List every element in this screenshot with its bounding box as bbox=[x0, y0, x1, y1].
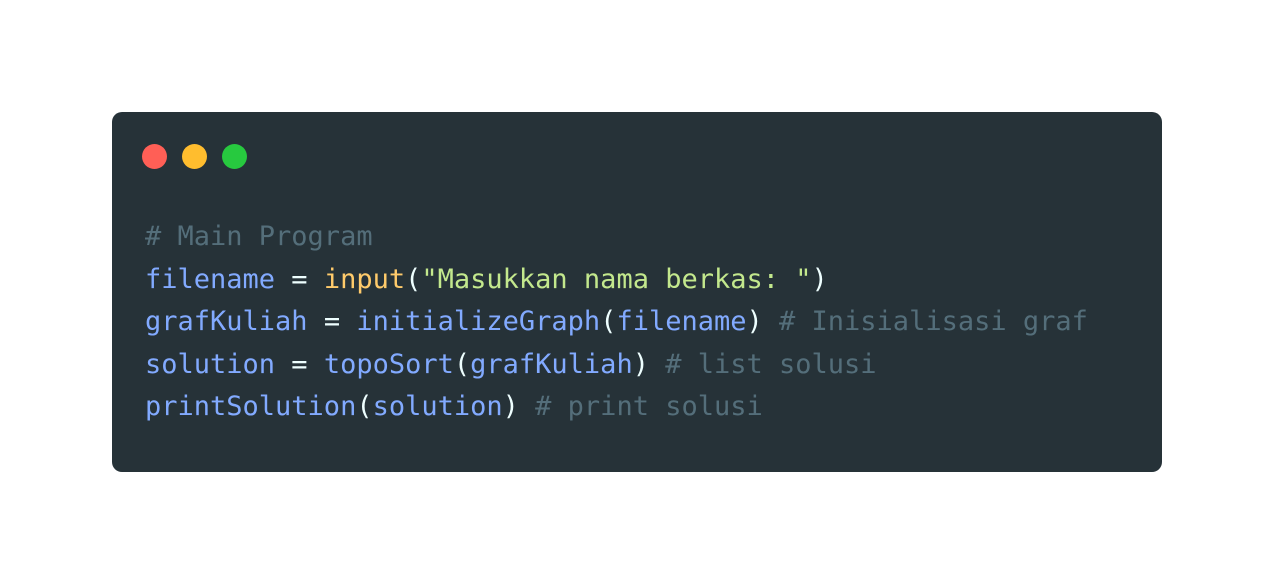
operator-token: = bbox=[307, 306, 357, 338]
close-dot-icon bbox=[142, 144, 167, 169]
code-line-2: filename = input("Masukkan nama berkas: … bbox=[145, 259, 1088, 302]
minimize-dot-icon bbox=[182, 144, 207, 169]
code-window: # Main Program filename = input("Masukkan… bbox=[112, 112, 1162, 472]
string-token: "Masukkan nama berkas: " bbox=[421, 263, 812, 295]
code-line-1: # Main Program bbox=[145, 216, 1088, 259]
comment-token: # print solusi bbox=[518, 391, 763, 423]
paren-close-token: ) bbox=[746, 306, 763, 338]
paren-open-token: ( bbox=[356, 391, 373, 423]
function-token: topoSort bbox=[323, 348, 454, 380]
variable-token: solution bbox=[145, 348, 276, 380]
code-line-4: solution = topoSort(grafKuliah) # list s… bbox=[145, 344, 1088, 387]
paren-close-token: ) bbox=[811, 263, 828, 295]
operator-token: = bbox=[275, 263, 324, 295]
paren-open-token: ( bbox=[405, 263, 422, 295]
paren-open-token: ( bbox=[453, 348, 471, 380]
code-block: # Main Program filename = input("Masukkan… bbox=[145, 216, 1088, 429]
operator-token: = bbox=[275, 348, 324, 380]
argument-token: grafKuliah bbox=[470, 348, 633, 380]
builtin-token: input bbox=[323, 263, 406, 295]
comment-token: # Main Program bbox=[145, 221, 373, 252]
argument-token: filename bbox=[616, 306, 747, 338]
function-token: initializeGraph bbox=[356, 306, 601, 338]
comment-token: # Inisialisasi graf bbox=[762, 306, 1088, 338]
comment-token: # list solusi bbox=[648, 348, 877, 380]
argument-token: solution bbox=[372, 391, 503, 423]
page: # Main Program filename = input("Masukkan… bbox=[0, 0, 1274, 584]
code-line-3: grafKuliah = initializeGraph(filename) #… bbox=[145, 301, 1088, 344]
paren-open-token: ( bbox=[600, 306, 617, 338]
code-line-5: printSolution(solution) # print solusi bbox=[145, 386, 1088, 429]
paren-close-token: ) bbox=[632, 348, 649, 380]
function-token: printSolution bbox=[145, 391, 357, 423]
paren-close-token: ) bbox=[502, 391, 519, 423]
variable-token: filename bbox=[145, 263, 276, 295]
maximize-dot-icon bbox=[222, 144, 247, 169]
variable-token: grafKuliah bbox=[145, 306, 308, 338]
